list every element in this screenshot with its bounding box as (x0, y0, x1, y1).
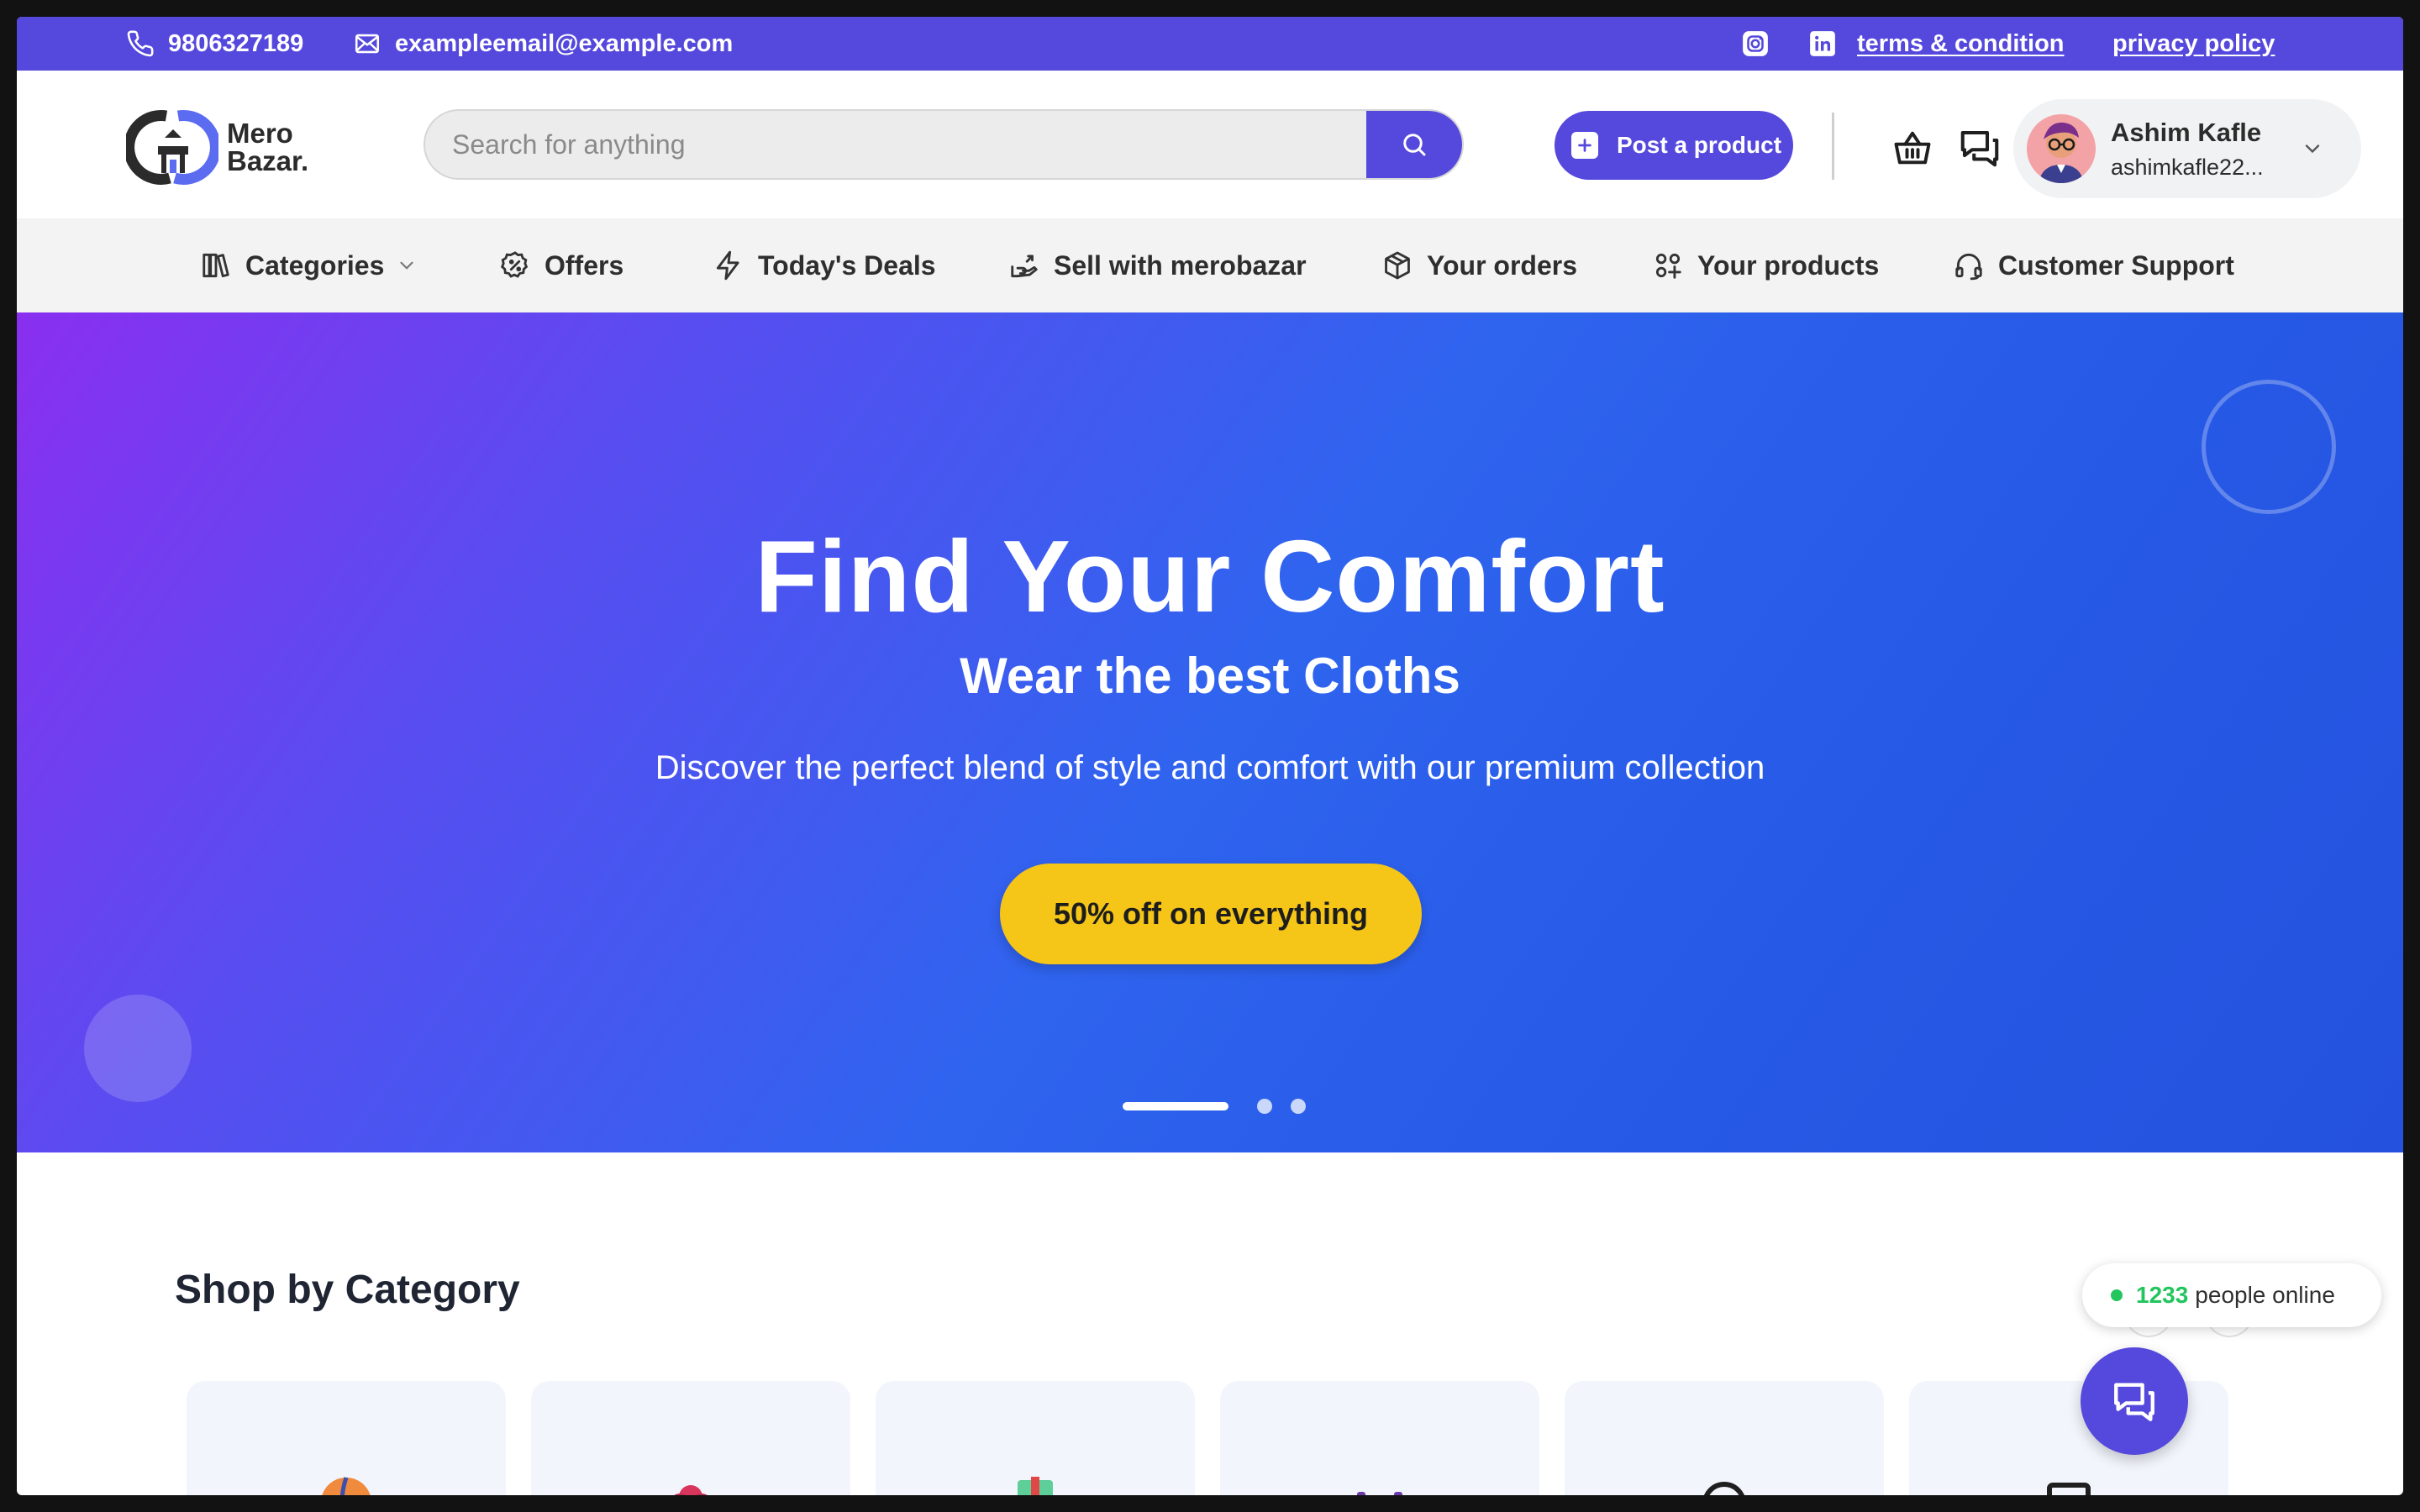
phone-contact[interactable]: 9806327189 (126, 17, 303, 71)
logo-line-1: Mero (227, 118, 293, 149)
discount-badge-icon (499, 249, 544, 281)
carousel-dot-active[interactable] (1123, 1102, 1228, 1110)
flower-icon (661, 1473, 720, 1495)
nav-label-your-orders: Your orders (1427, 249, 1577, 281)
search-bar (424, 109, 1464, 180)
nav-label-todays-deals: Today's Deals (758, 249, 936, 281)
user-profile-menu[interactable]: Ashim Kafle ashimkafle22... (2013, 99, 2361, 198)
nav-label-offers: Offers (544, 249, 624, 281)
nav-item-offers[interactable]: Offers (499, 218, 623, 312)
hero-cta-button[interactable]: 50% off on everything (1000, 864, 1422, 964)
hero-title: Find Your Comfort (755, 519, 1665, 633)
phone-icon (126, 29, 155, 58)
decorative-bubble (84, 995, 192, 1102)
post-product-button[interactable]: Post a product (1555, 111, 1793, 180)
mail-icon (353, 29, 381, 58)
category-card[interactable] (1565, 1381, 1884, 1495)
carousel-dot-2[interactable] (1257, 1099, 1272, 1114)
instagram-link[interactable] (1741, 17, 1770, 71)
chevron-down-icon (396, 255, 418, 276)
privacy-link[interactable]: privacy policy (2112, 17, 2275, 71)
site-header: Mero Bazar. Post a product (17, 71, 2403, 218)
logo[interactable]: Mero Bazar. (126, 109, 308, 185)
library-icon (200, 249, 245, 281)
package-icon (1381, 249, 1427, 281)
user-email: ashimkafle22... (2111, 154, 2264, 180)
nav-item-customer-support[interactable]: Customer Support (1953, 218, 2234, 312)
avatar (2027, 114, 2096, 183)
dumbbell-icon (1350, 1473, 1409, 1495)
browser-viewport: 9806327189 exampleemail@example.com term… (17, 17, 2403, 1495)
headset-icon (1953, 249, 1998, 281)
terms-link[interactable]: terms & condition (1857, 17, 2065, 71)
top-info-bar: 9806327189 exampleemail@example.com term… (17, 17, 2403, 71)
search-button[interactable] (1366, 111, 1462, 178)
category-card[interactable] (187, 1381, 506, 1495)
decorative-ring (2202, 380, 2336, 514)
messages-button[interactable] (1956, 124, 2003, 171)
nav-item-sell[interactable]: Sell with merobazar (1008, 218, 1307, 312)
search-input[interactable] (425, 111, 1408, 178)
header-divider (1832, 113, 1834, 180)
plus-icon (1571, 132, 1598, 159)
category-card[interactable] (531, 1381, 850, 1495)
logo-line-2: Bazar. (227, 145, 309, 176)
logo-mark-icon (126, 109, 218, 185)
carousel-dot-3[interactable] (1291, 1099, 1306, 1114)
chat-icon (1957, 125, 2002, 171)
nav-label-sell: Sell with merobazar (1054, 249, 1307, 281)
nav-item-your-products[interactable]: Your products (1652, 218, 1879, 312)
headphones-icon (1695, 1473, 1754, 1495)
hero-subtitle: Wear the best Cloths (960, 648, 1460, 704)
linkedin-icon (1808, 29, 1837, 58)
main-nav: Categories Offers Today's Deals Sell wit… (17, 218, 2403, 312)
online-users-badge: 1233 people online (2082, 1263, 2381, 1327)
chat-fab-button[interactable] (2081, 1347, 2188, 1455)
post-product-label: Post a product (1617, 132, 1782, 158)
email-contact[interactable]: exampleemail@example.com (353, 17, 733, 71)
instagram-icon (1741, 29, 1770, 58)
email-address: exampleemail@example.com (395, 29, 734, 57)
nav-label-your-products: Your products (1697, 249, 1880, 281)
hand-coin-icon (1008, 249, 1054, 281)
phone-number: 9806327189 (168, 29, 304, 57)
linkedin-link[interactable] (1808, 17, 1837, 71)
nav-label-categories: Categories (245, 249, 385, 281)
nav-label-customer-support: Customer Support (1998, 249, 2234, 281)
online-status-dot (2111, 1289, 2123, 1301)
basket-button[interactable] (1889, 124, 1936, 171)
laptop-icon (2039, 1473, 2098, 1495)
category-card[interactable] (1220, 1381, 1539, 1495)
search-icon (1399, 129, 1429, 160)
online-label: people online (2195, 1282, 2335, 1308)
chat-icon (2110, 1377, 2159, 1425)
user-info: Ashim Kafle ashimkafle22... (2111, 118, 2264, 181)
basket-icon (1891, 126, 1934, 170)
user-name: Ashim Kafle (2111, 117, 2262, 147)
hero-banner: Find Your Comfort Wear the best Cloths D… (17, 312, 2403, 1152)
nav-item-your-orders[interactable]: Your orders (1381, 218, 1577, 312)
book-icon (1006, 1473, 1065, 1495)
nav-item-todays-deals[interactable]: Today's Deals (713, 218, 936, 312)
hero-description: Discover the perfect blend of style and … (655, 749, 1765, 786)
chevron-down-icon (2301, 137, 2324, 160)
online-count: 1233 (2136, 1282, 2189, 1308)
nav-item-categories[interactable]: Categories (200, 218, 418, 312)
category-card[interactable] (876, 1381, 1195, 1495)
grid-plus-icon (1652, 249, 1697, 281)
lightning-icon (713, 249, 758, 281)
section-title: Shop by Category (175, 1268, 520, 1312)
logo-text: Mero Bazar. (227, 119, 308, 175)
ball-icon (317, 1473, 376, 1495)
